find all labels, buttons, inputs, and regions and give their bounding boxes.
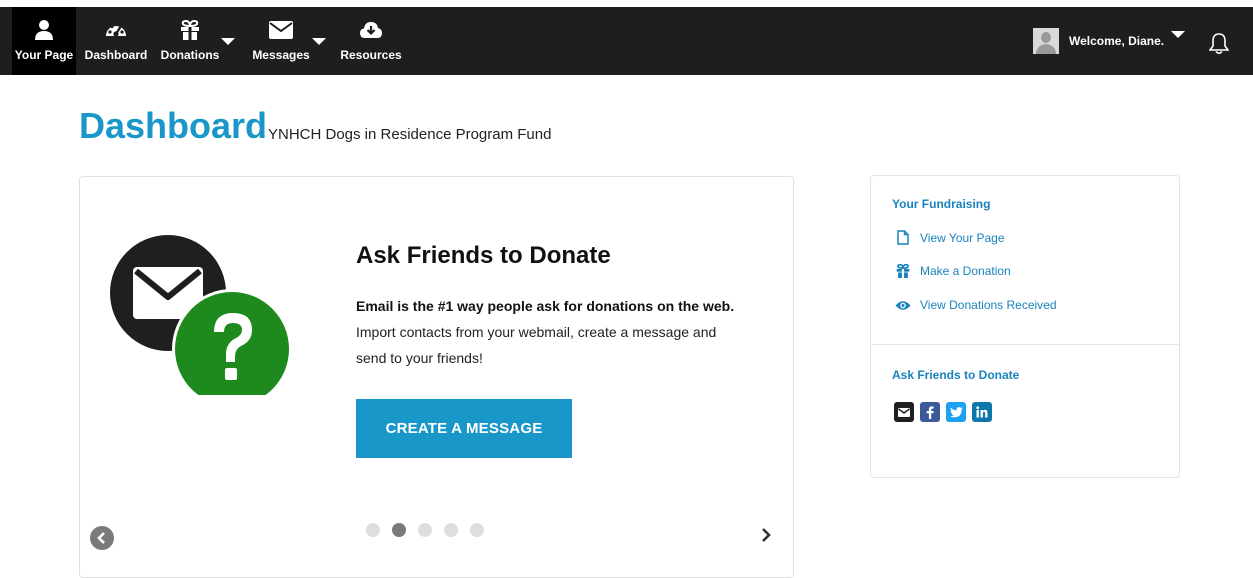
nav-label: Messages bbox=[252, 48, 310, 62]
nav-donations[interactable]: Donations bbox=[160, 7, 220, 75]
carousel-next-button[interactable] bbox=[760, 527, 772, 548]
envelope-icon bbox=[269, 19, 293, 41]
eye-icon bbox=[895, 300, 911, 311]
linkedin-icon[interactable] bbox=[972, 402, 992, 422]
user-icon bbox=[35, 19, 53, 41]
carousel-prev-button[interactable] bbox=[90, 526, 114, 550]
carousel-dot[interactable] bbox=[418, 523, 432, 537]
nav-resources[interactable]: Resources bbox=[340, 7, 402, 75]
make-donation-link[interactable]: Make a Donation bbox=[895, 264, 1011, 278]
carousel-dot[interactable] bbox=[392, 523, 406, 537]
page-icon bbox=[895, 230, 911, 245]
nav-your-page[interactable]: Your Page bbox=[12, 7, 76, 75]
create-message-button[interactable]: CREATE A MESSAGE bbox=[356, 399, 572, 458]
notifications-bell-icon[interactable] bbox=[1208, 32, 1230, 59]
nav-messages[interactable]: Messages bbox=[250, 7, 312, 75]
carousel-dot[interactable] bbox=[470, 523, 484, 537]
welcome-text: Welcome, Diane. bbox=[1069, 34, 1165, 48]
page-title: Dashboard bbox=[79, 105, 268, 146]
view-your-page-link[interactable]: View Your Page bbox=[895, 230, 1005, 245]
top-nav-bar: Your Page Dashboard Donations Messages R… bbox=[0, 7, 1253, 75]
twitter-icon[interactable] bbox=[946, 402, 966, 422]
share-buttons bbox=[894, 402, 992, 422]
slide-description: Email is the #1 way people ask for donat… bbox=[356, 293, 736, 371]
user-menu-caret[interactable] bbox=[1171, 31, 1185, 38]
link-label: Make a Donation bbox=[920, 264, 1011, 278]
carousel-dot[interactable] bbox=[366, 523, 380, 537]
donations-dropdown-caret[interactable] bbox=[221, 38, 235, 45]
ask-friends-carousel: Ask Friends to Donate Email is the #1 wa… bbox=[79, 176, 794, 578]
nav-label: Dashboard bbox=[84, 48, 148, 62]
user-menu[interactable]: Welcome, Diane. bbox=[1033, 27, 1164, 55]
carousel-dots bbox=[366, 523, 484, 537]
ask-friends-heading: Ask Friends to Donate bbox=[892, 368, 1020, 382]
fundraising-sidebar: Your Fundraising View Your Page Make a D… bbox=[870, 175, 1180, 478]
slide-description-rest: Import contacts from your webmail, creat… bbox=[356, 324, 717, 366]
chevron-left-icon bbox=[97, 532, 105, 544]
nav-label: Donations bbox=[160, 48, 220, 62]
cloud-download-icon bbox=[360, 19, 382, 41]
carousel-dot[interactable] bbox=[444, 523, 458, 537]
nav-label: Resources bbox=[340, 48, 402, 62]
dashboard-gauge-icon bbox=[105, 19, 127, 41]
chevron-right-icon bbox=[762, 528, 771, 542]
gift-icon bbox=[180, 19, 200, 41]
link-label: View Your Page bbox=[920, 230, 1005, 245]
fundraising-heading: Your Fundraising bbox=[892, 197, 991, 211]
gift-icon bbox=[895, 264, 911, 278]
messages-dropdown-caret[interactable] bbox=[312, 38, 326, 45]
link-label: View Donations Received bbox=[920, 298, 1057, 312]
campaign-name: YNHCH Dogs in Residence Program Fund bbox=[268, 126, 552, 143]
facebook-icon[interactable] bbox=[920, 402, 940, 422]
nav-label: Your Page bbox=[14, 48, 74, 62]
slide-heading: Ask Friends to Donate bbox=[356, 242, 611, 269]
slide-description-bold: Email is the #1 way people ask for donat… bbox=[356, 298, 735, 314]
avatar bbox=[1033, 28, 1059, 54]
email-share-icon[interactable] bbox=[894, 402, 914, 422]
email-question-illustration-icon bbox=[106, 235, 296, 409]
view-donations-received-link[interactable]: View Donations Received bbox=[895, 298, 1057, 312]
nav-dashboard[interactable]: Dashboard bbox=[84, 7, 148, 75]
sidebar-divider bbox=[871, 344, 1179, 345]
